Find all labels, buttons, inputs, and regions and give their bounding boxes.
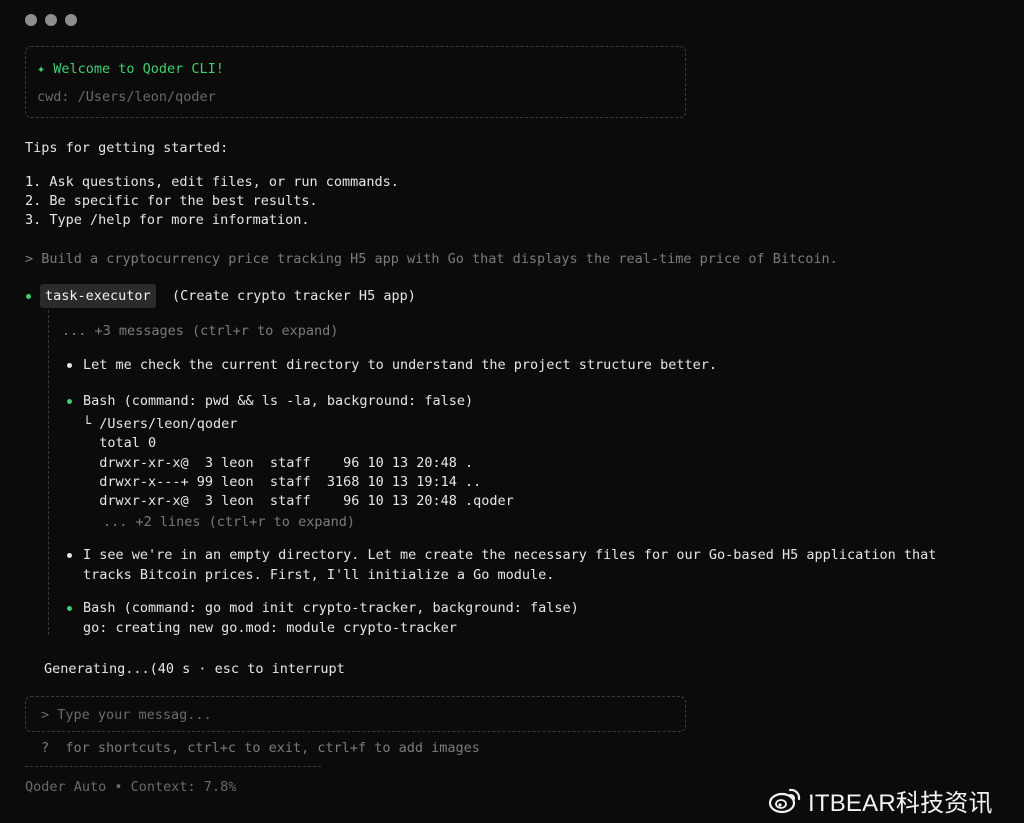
agent-description: (Create crypto tracker H5 app) — [172, 288, 416, 304]
welcome-panel — [25, 46, 686, 118]
agent-name-badge: task-executor — [40, 284, 156, 308]
collapsed-lines[interactable]: ... +2 lines (ctrl+r to expand) — [103, 513, 355, 531]
tip-item: 1. Ask questions, edit files, or run com… — [25, 174, 399, 190]
agent-message: Let me check the current directory to un… — [83, 357, 717, 373]
collapsed-messages[interactable]: ... +3 messages (ctrl+r to expand) — [62, 322, 338, 340]
agent-message: tracks Bitcoin prices. First, I'll initi… — [83, 567, 555, 583]
tips-heading: Tips for getting started: — [25, 140, 229, 156]
bash-output-line: drwxr-xr-x@ 3 leon staff 96 10 13 20:48 … — [83, 455, 474, 471]
bash-output-line: drwxr-x---+ 99 leon staff 3168 10 13 19:… — [83, 474, 482, 490]
message-bullet — [67, 363, 72, 368]
bash-output-line: └ /Users/leon/qoder — [83, 416, 238, 432]
shortcuts-hint: ? for shortcuts, ctrl+c to exit, ctrl+f … — [41, 740, 480, 756]
minimize-window-button[interactable] — [45, 14, 57, 26]
message-input-placeholder: > Type your messag... — [41, 707, 212, 723]
user-prompt: > Build a cryptocurrency price tracking … — [25, 251, 838, 267]
tip-item: 2. Be specific for the best results. — [25, 193, 318, 209]
generating-status: Generating...(40 s · esc to interrupt — [44, 661, 345, 677]
agent-thread-line — [48, 310, 49, 635]
tip-item: 3. Type /help for more information. — [25, 212, 310, 228]
message-bullet — [67, 553, 72, 558]
footer-status: Qoder Auto • Context: 7.8% — [25, 779, 237, 795]
welcome-title: ✦ Welcome to Qoder CLI! — [37, 61, 224, 77]
bash-command: Bash (command: go mod init crypto-tracke… — [83, 600, 579, 616]
watermark: ITBEAR科技资讯 — [768, 785, 993, 817]
bash-output-line: go: creating new go.mod: module crypto-t… — [83, 620, 457, 636]
close-window-button[interactable] — [25, 14, 37, 26]
bash-command: Bash (command: pwd && ls -la, background… — [83, 393, 474, 409]
footer-divider — [25, 766, 321, 767]
weibo-logo-icon — [768, 788, 801, 814]
watermark-text: ITBEAR科技资讯 — [808, 789, 993, 817]
tool-bullet — [67, 606, 72, 611]
bash-output-line: drwxr-xr-x@ 3 leon staff 96 10 13 20:48 … — [83, 493, 514, 509]
status-dot — [26, 294, 31, 299]
tool-bullet — [67, 399, 72, 404]
bash-output-line: total 0 — [83, 435, 157, 451]
agent-message: I see we're in an empty directory. Let m… — [83, 547, 937, 563]
maximize-window-button[interactable] — [65, 14, 77, 26]
cwd-label: cwd: /Users/leon/qoder — [37, 89, 216, 105]
